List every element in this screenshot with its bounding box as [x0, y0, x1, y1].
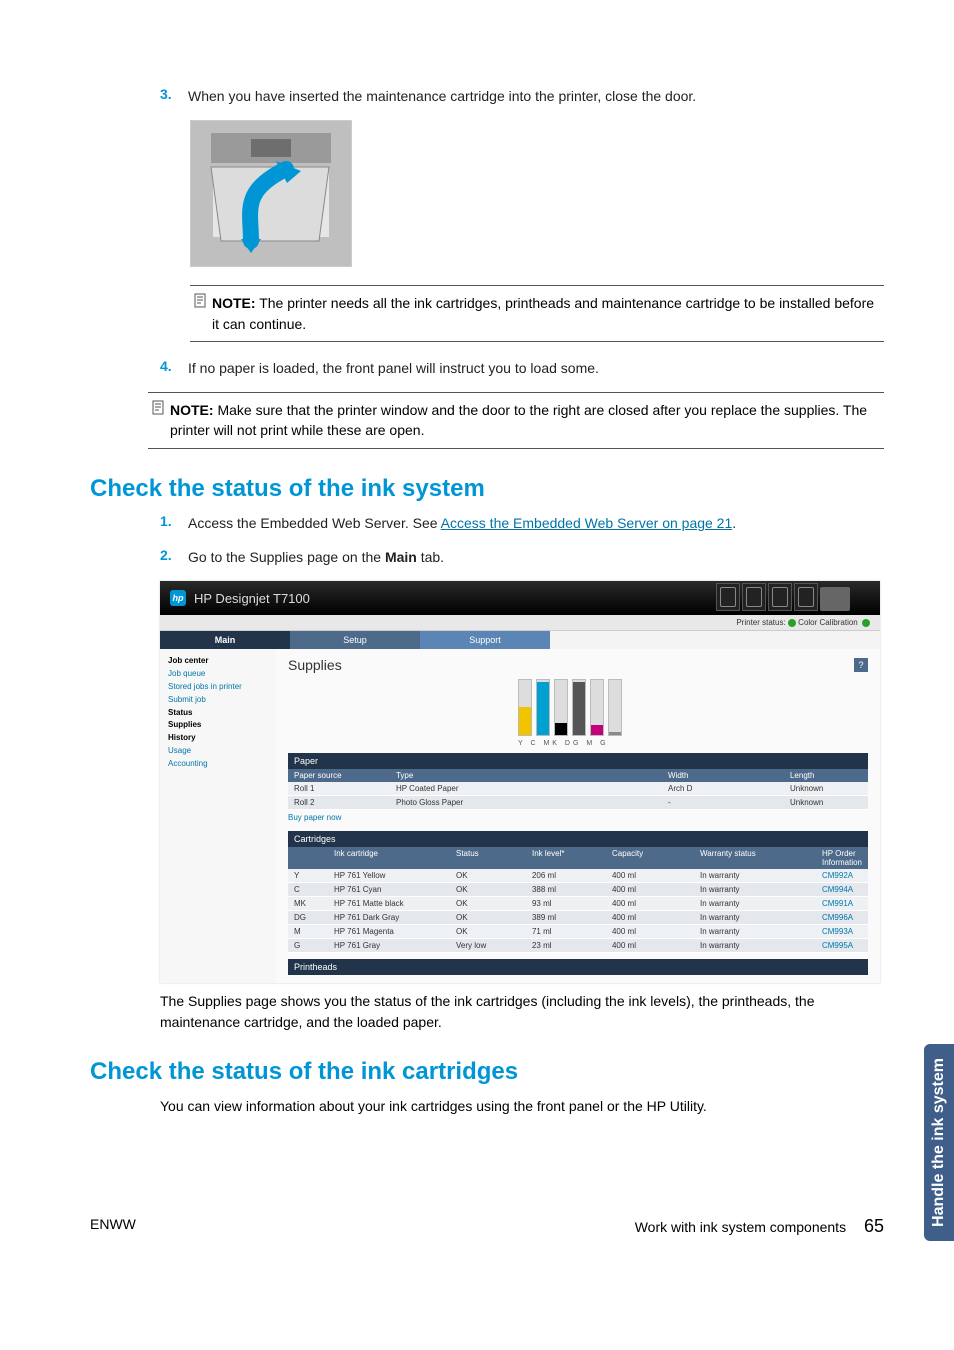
ink-level-chart [518, 681, 868, 736]
order-link[interactable]: CM996A [816, 911, 868, 924]
page-footer: ENWW Work with ink system components 65 [90, 1216, 884, 1237]
tab-setup[interactable]: Setup [290, 631, 420, 649]
check-step-2: 2. Go to the Supplies page on the Main t… [160, 547, 884, 567]
ews-tabs: Main Setup Support [160, 631, 880, 649]
status-dot-icon [788, 619, 796, 627]
tab-main[interactable]: Main [160, 631, 290, 649]
footer-right: Work with ink system components [635, 1219, 846, 1235]
sidebar-item-submit-job[interactable]: Submit job [168, 694, 268, 707]
ews-screenshot: hp HP Designjet T7100 Printer status: Co… [160, 581, 880, 983]
note-close-doors: NOTE: Make sure that the printer window … [148, 392, 884, 449]
note-text: The printer needs all the ink cartridges… [212, 295, 874, 331]
tab-support[interactable]: Support [420, 631, 550, 649]
note-text: Make sure that the printer window and th… [170, 402, 867, 438]
buy-paper-link[interactable]: Buy paper now [288, 810, 868, 825]
paper-row: Roll 2 Photo Gloss Paper - Unknown [288, 796, 868, 810]
ink-cartridges-description: You can view information about your ink … [160, 1096, 884, 1116]
order-link[interactable]: CM995A [816, 939, 868, 952]
hp-logo-icon: hp [170, 590, 186, 606]
status-dot-icon [862, 619, 870, 627]
printer-status-value: Color Calibration [798, 618, 858, 627]
note-icon [148, 400, 170, 441]
check-step-2-number: 2. [160, 547, 188, 567]
sidebar-item-stored-jobs[interactable]: Stored jobs in printer [168, 681, 268, 694]
check-step-1-text-b: . [732, 515, 736, 531]
check-step-2-text-a: Go to the Supplies page on the [188, 549, 385, 565]
note-label: NOTE: [170, 402, 214, 418]
chapter-side-tab: Handle the ink system [924, 1044, 954, 1241]
check-step-2-text-b: tab. [417, 549, 444, 565]
note-icon [190, 293, 212, 334]
cartridge-row: CHP 761 CyanOK388 ml400 mlIn warrantyCM9… [288, 883, 868, 897]
step-4: 4. If no paper is loaded, the front pane… [160, 358, 884, 378]
heading-check-status-ink-system: Check the status of the ink system [90, 475, 884, 503]
help-icon[interactable]: ? [854, 658, 868, 672]
header-cartridge-icons [716, 585, 850, 611]
ews-main-panel: Supplies ? Y C MK DG M G Paper Paper sou… [276, 649, 880, 983]
ews-header: hp HP Designjet T7100 [160, 581, 880, 615]
check-step-1-number: 1. [160, 513, 188, 533]
check-step-1: 1. Access the Embedded Web Server. See A… [160, 513, 884, 533]
order-link[interactable]: CM993A [816, 925, 868, 938]
printer-status-label: Printer status: [736, 618, 785, 627]
cartridges-section-header: Cartridges [288, 831, 868, 847]
order-link[interactable]: CM991A [816, 897, 868, 910]
ews-product-title: HP Designjet T7100 [194, 591, 310, 606]
sidebar-item-job-queue[interactable]: Job queue [168, 668, 268, 681]
step-4-number: 4. [160, 358, 188, 378]
sidebar-item-history[interactable]: History [168, 732, 268, 745]
paper-table-header: Paper source Type Width Length [288, 769, 868, 782]
step-3-text: When you have inserted the maintenance c… [188, 86, 696, 106]
step-3-number: 3. [160, 86, 188, 106]
sidebar-item-supplies[interactable]: Supplies [168, 719, 268, 732]
ews-status-bar: Printer status: Color Calibration [160, 615, 880, 631]
footer-left: ENWW [90, 1216, 136, 1237]
maintenance-cartridge-figure [190, 120, 352, 267]
order-link[interactable]: CM992A [816, 869, 868, 882]
sidebar-item-job-center[interactable]: Job center [168, 655, 268, 668]
cartridge-row: MKHP 761 Matte blackOK93 ml400 mlIn warr… [288, 897, 868, 911]
sidebar-item-usage[interactable]: Usage [168, 745, 268, 758]
cartridge-row: GHP 761 GrayVery low23 ml400 mlIn warran… [288, 939, 868, 953]
page-number: 65 [864, 1216, 884, 1236]
cartridge-row: MHP 761 MagentaOK71 ml400 mlIn warrantyC… [288, 925, 868, 939]
link-access-ews[interactable]: Access the Embedded Web Server on page 2… [441, 515, 733, 531]
paper-section-header: Paper [288, 753, 868, 769]
sidebar-item-accounting[interactable]: Accounting [168, 758, 268, 771]
step-4-text: If no paper is loaded, the front panel w… [188, 358, 599, 378]
check-step-2-bold: Main [385, 549, 417, 565]
cartridge-row: YHP 761 YellowOK206 ml400 mlIn warrantyC… [288, 869, 868, 883]
ink-axis-labels: Y C MK DG M G [518, 740, 868, 747]
note-ink-required: NOTE: The printer needs all the ink cart… [190, 285, 884, 342]
printheads-section-header: Printheads [288, 959, 868, 975]
note-label: NOTE: [212, 295, 256, 311]
ews-sidebar: Job center Job queue Stored jobs in prin… [160, 649, 276, 983]
paper-row: Roll 1 HP Coated Paper Arch D Unknown [288, 782, 868, 796]
cartridge-row: DGHP 761 Dark GrayOK389 ml400 mlIn warra… [288, 911, 868, 925]
step-3: 3. When you have inserted the maintenanc… [160, 86, 884, 106]
cartridges-table-header: Ink cartridge Status Ink level* Capacity… [288, 847, 868, 869]
order-link[interactable]: CM994A [816, 883, 868, 896]
sidebar-item-status[interactable]: Status [168, 707, 268, 720]
printer-icon [820, 587, 850, 611]
supplies-heading: Supplies [288, 657, 342, 673]
heading-check-status-ink-cartridges: Check the status of the ink cartridges [90, 1058, 884, 1086]
supplies-page-description: The Supplies page shows you the status o… [160, 991, 884, 1032]
check-step-1-text-a: Access the Embedded Web Server. See [188, 515, 441, 531]
